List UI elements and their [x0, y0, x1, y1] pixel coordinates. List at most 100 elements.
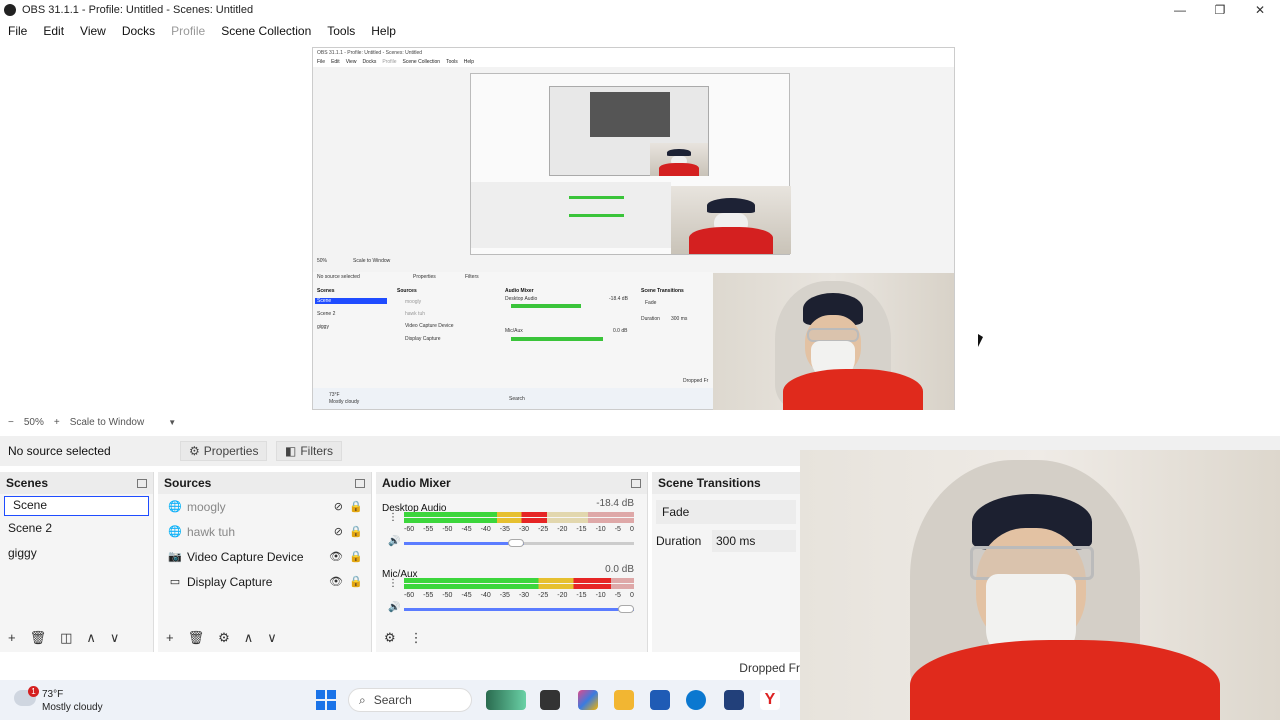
eye-hidden-icon[interactable]: ⊘: [334, 500, 343, 513]
glasses-shape: [807, 328, 859, 342]
meter-tick-label: -55: [423, 526, 434, 533]
menu-help[interactable]: Help: [363, 24, 404, 38]
zoom-out-button[interactable]: −: [8, 417, 14, 428]
volume-slider[interactable]: [404, 605, 634, 613]
source-item-moogly[interactable]: 🌐 moogly ⊘ 🔒: [158, 494, 371, 519]
lock-icon[interactable]: 🔒: [349, 575, 363, 588]
speaker-icon[interactable]: 🔊: [388, 602, 400, 613]
filters-button[interactable]: ◧ Filters: [276, 441, 343, 461]
nested-scene: giggy: [317, 324, 329, 330]
nested-properties: Properties: [413, 274, 436, 280]
popout-icon[interactable]: [137, 478, 147, 488]
nested-mixer-title: Audio Mixer: [505, 288, 534, 294]
zoom-in-button[interactable]: +: [54, 417, 60, 428]
duration-input[interactable]: 300 ms: [712, 530, 796, 552]
yandex-icon[interactable]: Y: [760, 690, 780, 710]
trash-icon[interactable]: 🗑: [30, 630, 47, 646]
popout-icon[interactable]: [631, 478, 641, 488]
menu-scene-collection[interactable]: Scene Collection: [213, 24, 319, 38]
obs-window: OBS 31.1.1 - Profile: Untitled - Scenes:…: [0, 0, 1280, 720]
move-up-icon[interactable]: ∧: [86, 630, 96, 646]
move-up-icon[interactable]: ∧: [244, 630, 254, 646]
move-down-icon[interactable]: ∨: [267, 630, 277, 646]
taskbar-search[interactable]: ⌕ Search: [348, 688, 472, 712]
app-b-icon[interactable]: [724, 690, 744, 710]
start-tile: [316, 701, 325, 710]
file-explorer-icon[interactable]: [614, 690, 634, 710]
add-source-icon[interactable]: +: [166, 630, 174, 646]
meter-tick-label: -25: [538, 592, 549, 599]
scale-mode-select[interactable]: Scale to Window: [70, 417, 144, 428]
close-button[interactable]: ✕: [1240, 0, 1280, 20]
edge-icon[interactable]: [686, 690, 706, 710]
properties-button[interactable]: ⚙ Properties: [180, 441, 268, 461]
sources-title: Sources: [164, 476, 212, 490]
chevron-down-icon[interactable]: ▼: [168, 418, 176, 427]
preview-video-capture[interactable]: [713, 273, 954, 410]
scene-item-giggy[interactable]: giggy: [0, 543, 153, 568]
windows-start-icon[interactable]: [316, 690, 336, 710]
meter-tick-label: 0: [629, 526, 634, 533]
advanced-audio-icon[interactable]: ⚙: [384, 630, 396, 646]
channel-mic-aux: Mic/Aux 0.0 dB ⋮ -60 -55 -50 -45 -40 -35 -30 -2…: [382, 564, 638, 624]
meter-tick-label: -10: [595, 592, 606, 599]
transition-select[interactable]: Fade: [656, 500, 796, 524]
lock-icon[interactable]: 🔒: [349, 500, 363, 513]
kebab-menu-icon[interactable]: ⋮: [388, 578, 398, 589]
meter-fill: [404, 518, 547, 523]
eye-icon[interactable]: 👁: [329, 550, 343, 563]
nested-menu-item: File: [317, 59, 326, 65]
popout-icon[interactable]: [355, 478, 365, 488]
kebab-menu-icon[interactable]: ⋮: [410, 630, 423, 646]
scene-item-scene-2[interactable]: Scene 2: [0, 518, 153, 543]
volume-slider[interactable]: [404, 539, 634, 547]
preview-zoom-bar: − 50% + Scale to Window ▼: [0, 414, 800, 430]
eye-hidden-icon[interactable]: ⊘: [334, 525, 343, 538]
maximize-button[interactable]: ❐: [1200, 0, 1240, 20]
menu-profile[interactable]: Profile: [163, 24, 213, 38]
nested-no-source: No source selected: [317, 274, 360, 280]
source-item-display-capture[interactable]: ▭ Display Capture 👁 🔒: [158, 569, 371, 594]
task-view-icon[interactable]: [540, 690, 560, 710]
channel-db: 0.0 dB: [605, 564, 634, 575]
add-scene-icon[interactable]: +: [8, 630, 16, 646]
kebab-menu-icon[interactable]: ⋮: [388, 512, 398, 523]
meter-tick-label: -40: [480, 592, 491, 599]
filter-icon[interactable]: ◫: [60, 630, 72, 646]
nested-docks-level-2: [471, 182, 671, 248]
menu-tools[interactable]: Tools: [319, 24, 363, 38]
trash-icon[interactable]: 🗑: [188, 630, 205, 646]
nested-scale-mode: Scale to Window: [353, 258, 391, 264]
source-item-hawk-tuh[interactable]: 🌐 hawk tuh ⊘ 🔒: [158, 519, 371, 544]
meter-tick-label: -5: [614, 592, 621, 599]
slider-knob[interactable]: [618, 605, 634, 613]
menu-docks[interactable]: Docks: [114, 24, 163, 38]
menu-file[interactable]: File: [0, 24, 35, 38]
meter-tick-label: -5: [614, 526, 621, 533]
sources-dock-title: Sources: [158, 472, 371, 494]
widget-game-icon[interactable]: [486, 690, 526, 710]
status-bar: Dropped Fr: [0, 655, 800, 679]
minimize-button[interactable]: —: [1160, 0, 1200, 20]
mouse-cursor-icon: [978, 334, 983, 347]
nested-scenes-title: Scenes: [317, 288, 335, 294]
store-icon[interactable]: [650, 690, 670, 710]
move-down-icon[interactable]: ∨: [110, 630, 120, 646]
speaker-icon[interactable]: 🔊: [388, 536, 400, 547]
body-shape: [689, 226, 773, 254]
source-item-video-capture-device[interactable]: 📷 Video Capture Device 👁 🔒: [158, 544, 371, 569]
volume-meter: -60 -55 -50 -45 -40 -35 -30 -25 -20 -15 -10 -5 0: [404, 578, 634, 599]
eye-icon[interactable]: 👁: [329, 575, 343, 588]
meter-tick-label: -55: [423, 592, 434, 599]
nested-search: Search: [509, 396, 525, 402]
lock-icon[interactable]: 🔒: [349, 550, 363, 563]
nested-meter: [569, 214, 624, 217]
lock-icon[interactable]: 🔒: [349, 525, 363, 538]
scene-item-scene[interactable]: Scene: [4, 496, 149, 516]
menu-edit[interactable]: Edit: [35, 24, 72, 38]
menu-view[interactable]: View: [72, 24, 114, 38]
copilot-icon[interactable]: [578, 690, 598, 710]
slider-knob[interactable]: [507, 539, 524, 547]
gear-icon[interactable]: ⚙: [218, 630, 230, 646]
start-tile: [316, 690, 325, 699]
